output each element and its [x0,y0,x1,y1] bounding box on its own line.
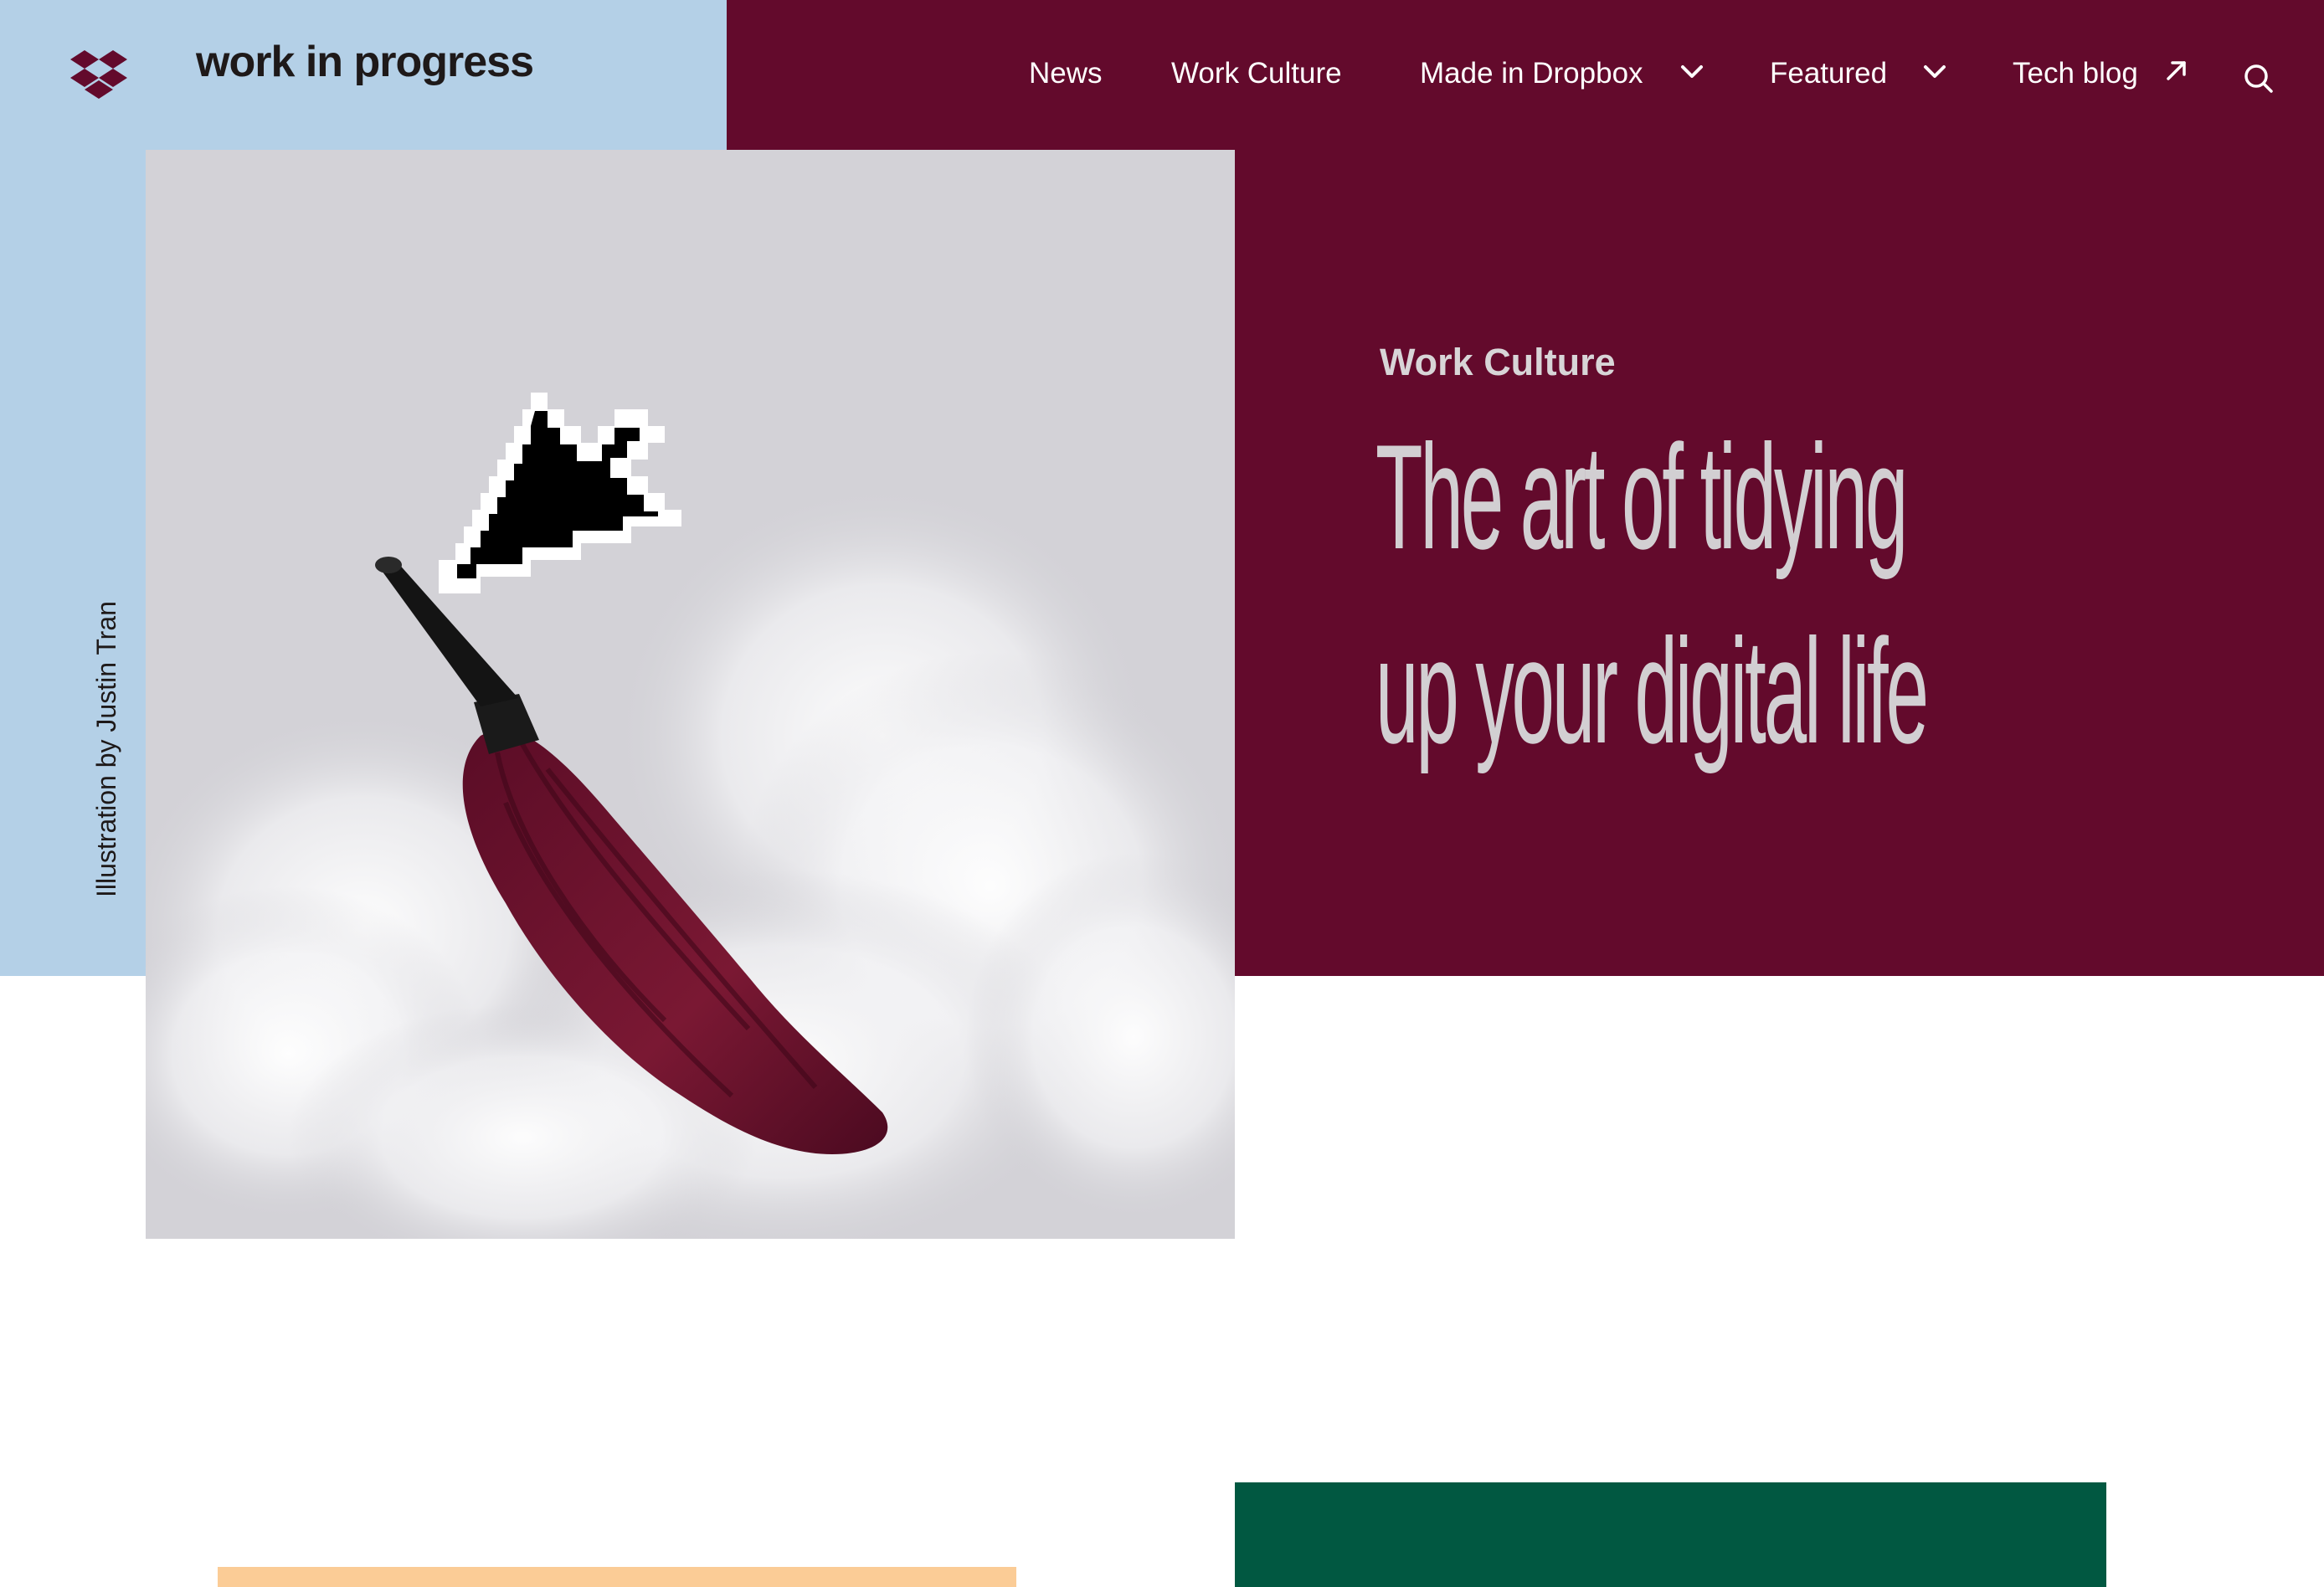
article-category[interactable]: Work Culture [1380,343,1616,381]
arrow-up-right-icon [2167,61,2186,80]
nav-item-featured[interactable]: Featured [1770,57,1946,90]
nav-item-label: Tech blog [2013,57,2138,90]
feather-duster-cursor-illustration [146,393,1235,1239]
headline-line-1: The art of tidying [1375,413,1908,580]
hero-illustration[interactable] [146,150,1235,1239]
nav-item-label: Made in Dropbox [1420,57,1643,90]
nav-item-made-in-dropbox[interactable]: Made in Dropbox [1420,57,1703,90]
search-icon[interactable] [2242,62,2275,95]
dropbox-logo-icon[interactable] [70,49,127,99]
article-headline[interactable]: The art of tidying up your digital life [1375,400,2246,788]
nav-item-work-culture[interactable]: Work Culture [1171,59,1342,88]
nav-item-tech-blog[interactable]: Tech blog [2013,57,2186,90]
nav-item-label: Featured [1770,57,1888,90]
nav-item-news[interactable]: News [1029,59,1103,88]
chevron-down-icon [1681,65,1703,78]
brand-panel: work in progress [0,0,727,150]
illustration-credit: Illustration by Justin Tran [91,601,121,897]
nav-item-label: News [1029,57,1103,90]
top-nav: News Work Culture Made in Dropbox Featur… [727,0,2324,150]
headline-line-2: up your digital life [1375,608,1929,774]
article-card-peach[interactable] [218,1567,1016,1587]
chevron-down-icon [1924,65,1946,78]
side-strip [0,150,146,976]
nav-item-label: Work Culture [1171,57,1342,90]
article-card-green[interactable] [1235,1482,2106,1587]
site-title[interactable]: work in progress [196,40,534,84]
